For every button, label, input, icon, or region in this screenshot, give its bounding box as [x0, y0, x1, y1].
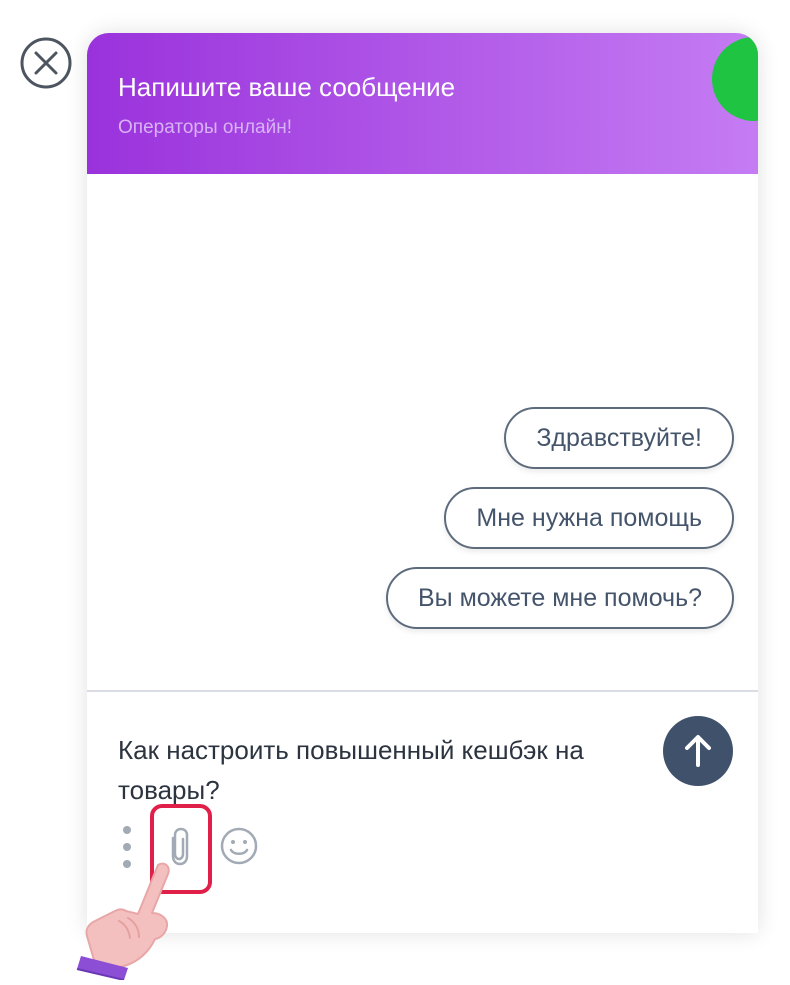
quick-replies: Здравствуйте! Мне нужна помощь Вы можете… [214, 407, 734, 637]
chat-screen: Напишите ваше сообщение Операторы онлайн… [0, 0, 790, 985]
arrow-up-icon [685, 735, 711, 767]
quick-reply-need-help[interactable]: Мне нужна помощь [444, 487, 734, 549]
close-icon[interactable] [19, 36, 73, 90]
send-button[interactable] [663, 716, 733, 786]
chat-title: Напишите ваше сообщение [118, 72, 456, 102]
operators-status: Операторы онлайн! [118, 117, 293, 138]
quick-reply-greeting[interactable]: Здравствуйте! [504, 407, 734, 469]
composer-divider [87, 690, 758, 692]
pointing-hand-icon [76, 862, 170, 980]
smile-icon[interactable] [219, 826, 259, 866]
online-status-indicator [712, 37, 758, 121]
chat-widget: Напишите ваше сообщение Операторы онлайн… [87, 33, 758, 933]
message-input[interactable]: Как настроить повышенный кешбэк на товар… [118, 730, 648, 810]
quick-reply-can-you-help[interactable]: Вы можете мне помочь? [386, 567, 734, 629]
chat-header: Напишите ваше сообщение Операторы онлайн… [87, 33, 758, 174]
